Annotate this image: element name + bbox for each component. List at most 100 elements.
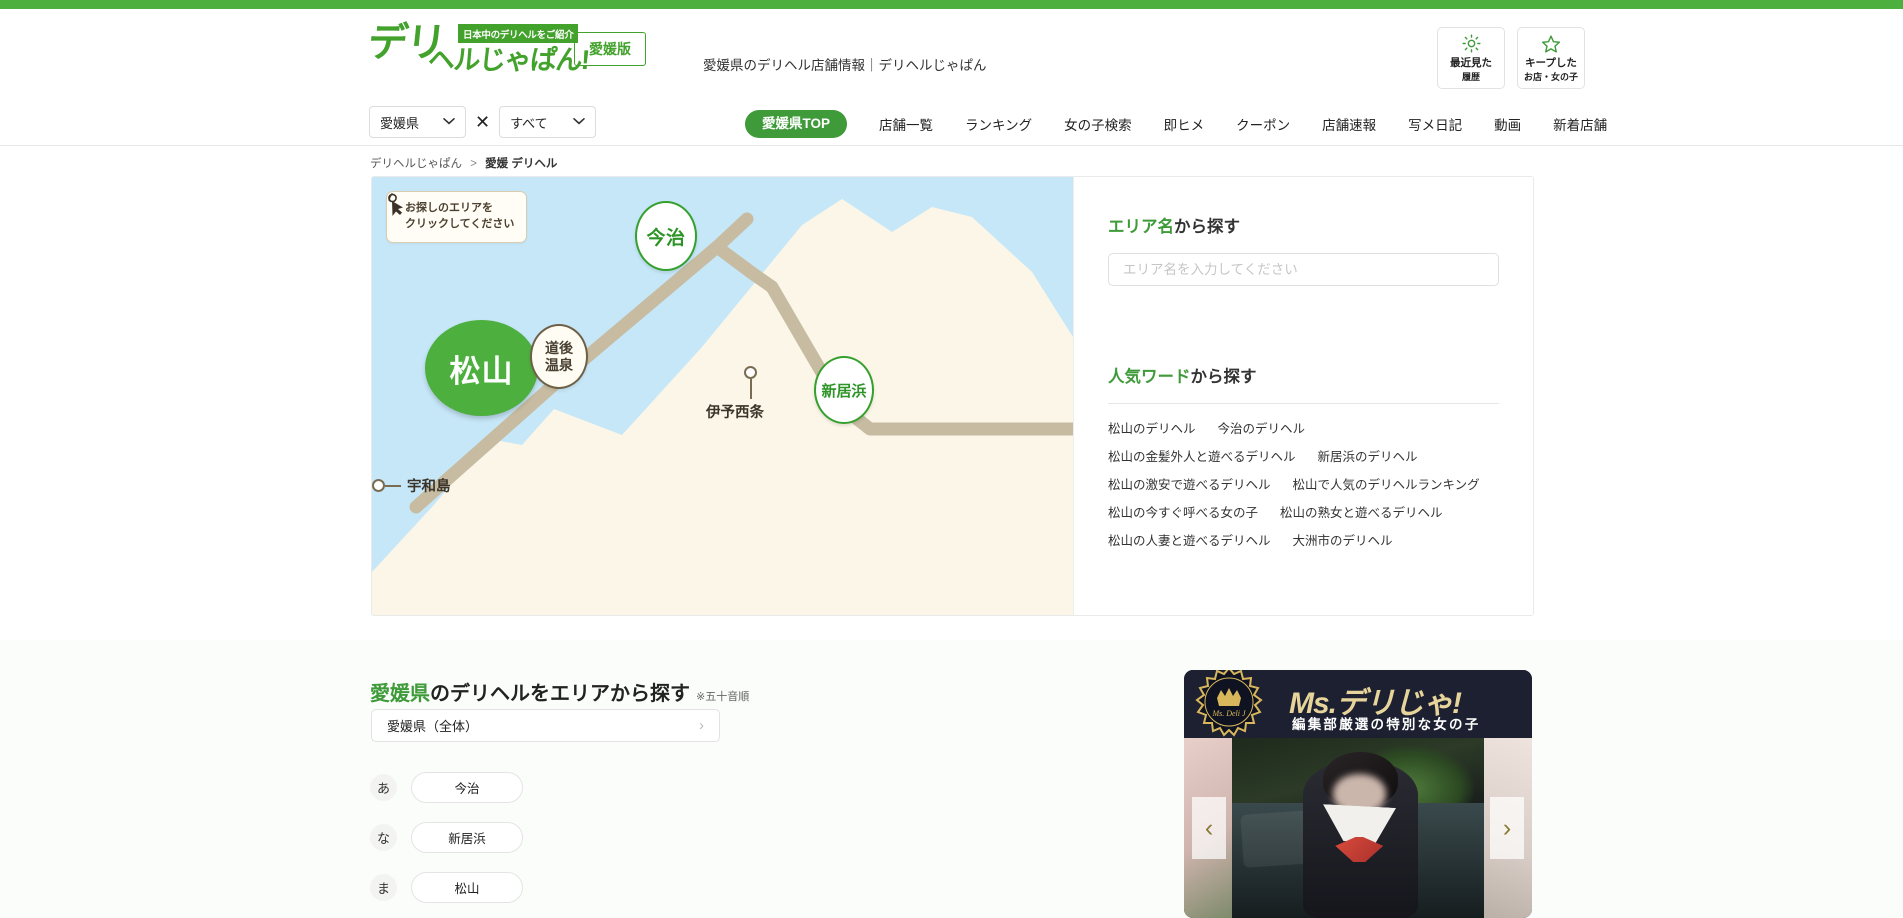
keyword-row: 松山の金髪外人と遊べるデリヘル 新居浜のデリヘル xyxy=(1108,446,1499,465)
keyword-link[interactable]: 松山の人妻と遊べるデリヘル xyxy=(1108,530,1271,549)
svg-text:Ms. Deli J: Ms. Deli J xyxy=(1211,709,1246,718)
map-sidebar: エリア名から探す 人気ワードから探す 松山のデリヘル 今治のデリヘル 松山の金髪… xyxy=(1073,177,1533,615)
popular-words-heading-rest: から探す xyxy=(1190,368,1257,386)
carousel-next-button[interactable]: › xyxy=(1490,797,1524,859)
popular-keyword-list: 松山のデリヘル 今治のデリヘル 松山の金髪外人と遊べるデリヘル 新居浜のデリヘル… xyxy=(1108,418,1499,549)
ehime-map[interactable]: お探しのエリアを クリックしてください 松山 今治 新居浜 道後 温泉 伊予西条… xyxy=(372,177,1073,615)
whole-prefecture-label: 愛媛県（全体） xyxy=(387,719,479,734)
map-city-matsuyama[interactable]: 松山 xyxy=(425,320,538,416)
pin-line-icon xyxy=(385,484,401,487)
map-road-branch xyxy=(710,212,754,254)
sub-navigation-bar: 愛媛県 ✕ すべて 愛媛県TOP 店舗一覧 ランキング 女の子検索 即ヒメ クー… xyxy=(0,97,1903,146)
pin-stick-icon xyxy=(749,379,752,399)
kana-row: ま 松山 xyxy=(370,862,523,912)
map-pin-uwajima-label: 宇和島 xyxy=(407,479,451,495)
area-pill-matsuyama[interactable]: 松山 xyxy=(411,871,523,903)
area-section-title-rest: のデリヘルをエリアから探す xyxy=(430,683,690,705)
map-pin-iyosaijo[interactable]: 伊予西条 xyxy=(706,366,764,422)
breadcrumb-current: 愛媛 デリヘル xyxy=(485,158,558,170)
kana-badge: ま xyxy=(370,873,397,901)
keyword-link[interactable]: 松山の金髪外人と遊べるデリヘル xyxy=(1108,446,1296,465)
kana-area-list: あ 今治 な 新居浜 ま 松山 xyxy=(370,762,523,912)
keyword-link[interactable]: 松山のデリヘル xyxy=(1108,418,1196,437)
nav-sokuhime[interactable]: 即ヒメ xyxy=(1164,107,1205,141)
featured-girls-carousel[interactable]: Ms. Deli J Ms.デリじゃ! 編集部厳選の特別な女の子 ‹ › xyxy=(1184,670,1532,918)
keyword-link[interactable]: 松山の熟女と遊べるデリヘル xyxy=(1280,502,1443,521)
popular-words-heading-green: 人気ワード xyxy=(1108,368,1191,386)
map-pin-uwajima[interactable]: 宇和島 xyxy=(372,475,451,496)
map-hint-line2: クリックしてください xyxy=(405,217,515,230)
nav-ranking[interactable]: ランキング xyxy=(965,107,1032,141)
kana-row: な 新居浜 xyxy=(370,812,523,862)
keyword-link[interactable]: 大洲市のデリヘル xyxy=(1293,530,1393,549)
breadcrumb-root[interactable]: デリヘルじゃぱん xyxy=(370,158,462,170)
chevron-right-icon: › xyxy=(699,717,704,734)
area-search-heading-green: エリア名 xyxy=(1108,218,1174,236)
dogo-line1: 道後 xyxy=(545,340,573,357)
keyword-link[interactable]: 新居浜のデリヘル xyxy=(1318,446,1418,465)
recent-history-button[interactable]: 最近見た 履歴 xyxy=(1437,27,1505,89)
keep-list-button[interactable]: キープした お店・女の子 xyxy=(1517,27,1585,89)
nav-girl-search[interactable]: 女の子検索 xyxy=(1064,107,1132,141)
whole-prefecture-button[interactable]: 愛媛県（全体） › xyxy=(371,709,720,742)
map-city-niihama[interactable]: 新居浜 xyxy=(814,356,874,424)
keyword-link[interactable]: 松山で人気のデリヘルランキング xyxy=(1293,474,1480,493)
chevron-down-icon xyxy=(431,117,455,128)
kana-row: あ 今治 xyxy=(370,762,523,812)
crown-seal-icon: Ms. Deli J xyxy=(1190,670,1268,744)
keyword-row: 松山のデリヘル 今治のデリヘル xyxy=(1108,418,1499,437)
carousel-current-slide[interactable] xyxy=(1232,738,1484,918)
keyword-row: 松山の今すぐ呼べる女の子 松山の熟女と遊べるデリヘル xyxy=(1108,502,1499,521)
nav-shop-list[interactable]: 店舗一覧 xyxy=(879,107,933,141)
area-section-title-green: 愛媛県 xyxy=(370,683,430,705)
breadcrumb-separator: > xyxy=(470,158,477,170)
map-city-dogo-onsen[interactable]: 道後 温泉 xyxy=(530,324,588,389)
nav-coupon[interactable]: クーポン xyxy=(1236,107,1290,141)
site-logo[interactable]: デリ 日本中のデリヘルをご紹介 ヘルじゃぱん! xyxy=(366,21,590,77)
prefecture-select[interactable]: 愛媛県 xyxy=(369,106,466,138)
keep-list-line1: キープした xyxy=(1525,56,1577,69)
nav-new-shops[interactable]: 新着店舗 xyxy=(1553,107,1607,141)
site-description: 愛媛県のデリヘル店舗情報｜デリヘルじゃぱん xyxy=(703,58,987,73)
map-city-imabari[interactable]: 今治 xyxy=(635,201,697,271)
prefecture-select-value: 愛媛県 xyxy=(380,115,420,131)
divider xyxy=(1108,403,1499,404)
recent-history-line2: 履歴 xyxy=(1461,71,1480,82)
nav-prefecture-top[interactable]: 愛媛県TOP xyxy=(745,110,848,138)
carousel-subtitle: 編集部厳選の特別な女の子 xyxy=(1292,717,1481,732)
carousel-body: ‹ › xyxy=(1184,738,1532,918)
logo-sub-text: ヘルじゃぱん! xyxy=(426,45,590,75)
area-pill-niihama[interactable]: 新居浜 xyxy=(411,821,523,853)
breadcrumb: デリヘルじゃぱん > 愛媛 デリヘル xyxy=(370,155,557,171)
category-select-value: すべて xyxy=(510,115,548,131)
area-map-panel: お探しのエリアを クリックしてください 松山 今治 新居浜 道後 温泉 伊予西条… xyxy=(371,176,1534,616)
main-nav-links: 愛媛県TOP 店舗一覧 ランキング 女の子検索 即ヒメ クーポン 店舗速報 写メ… xyxy=(745,107,1607,141)
lower-section: 愛媛県のデリヘルをエリアから探す ※五十音順 xyxy=(0,640,1903,918)
keyword-link[interactable]: 松山の今すぐ呼べる女の子 xyxy=(1108,502,1258,521)
area-search-heading: エリア名から探す xyxy=(1108,213,1499,237)
map-hint-tooltip: お探しのエリアを クリックしてください xyxy=(386,191,528,243)
star-icon xyxy=(1541,34,1561,54)
logo-tagline: 日本中のデリヘルをご紹介 xyxy=(458,24,579,43)
keyword-link[interactable]: 松山の激安で遊べるデリヘル xyxy=(1108,474,1271,493)
nav-movie[interactable]: 動画 xyxy=(1494,107,1521,141)
category-select[interactable]: すべて xyxy=(499,106,597,138)
keyword-link[interactable]: 今治のデリヘル xyxy=(1218,418,1306,437)
filter-selects: 愛媛県 ✕ すべて xyxy=(369,106,597,138)
logo-area[interactable]: デリ 日本中のデリヘルをご紹介 ヘルじゃぱん! 愛媛版 xyxy=(366,21,646,77)
area-search-heading-rest: から探す xyxy=(1174,218,1240,236)
kana-badge: あ xyxy=(370,773,397,801)
keyword-row: 松山の激安で遊べるデリヘル 松山で人気のデリヘルランキング xyxy=(1108,474,1499,493)
site-header: デリ 日本中のデリヘルをご紹介 ヘルじゃぱん! 愛媛版 愛媛県のデリヘル店舗情報… xyxy=(0,9,1903,97)
area-section-note: ※五十音順 xyxy=(696,691,750,703)
filter-separator-icon: ✕ xyxy=(475,111,491,132)
nav-shop-news[interactable]: 店舗速報 xyxy=(1322,107,1376,141)
carousel-prev-button[interactable]: ‹ xyxy=(1192,797,1226,859)
nav-photo-diary[interactable]: 写メ日記 xyxy=(1408,107,1462,141)
popular-words-heading: 人気ワードから探す xyxy=(1108,363,1499,387)
map-pin-iyosaijo-label: 伊予西条 xyxy=(706,405,764,421)
sun-icon xyxy=(1461,34,1481,54)
area-search-input[interactable] xyxy=(1108,253,1499,286)
area-pill-imabari[interactable]: 今治 xyxy=(411,771,523,803)
kana-badge: な xyxy=(370,823,397,851)
